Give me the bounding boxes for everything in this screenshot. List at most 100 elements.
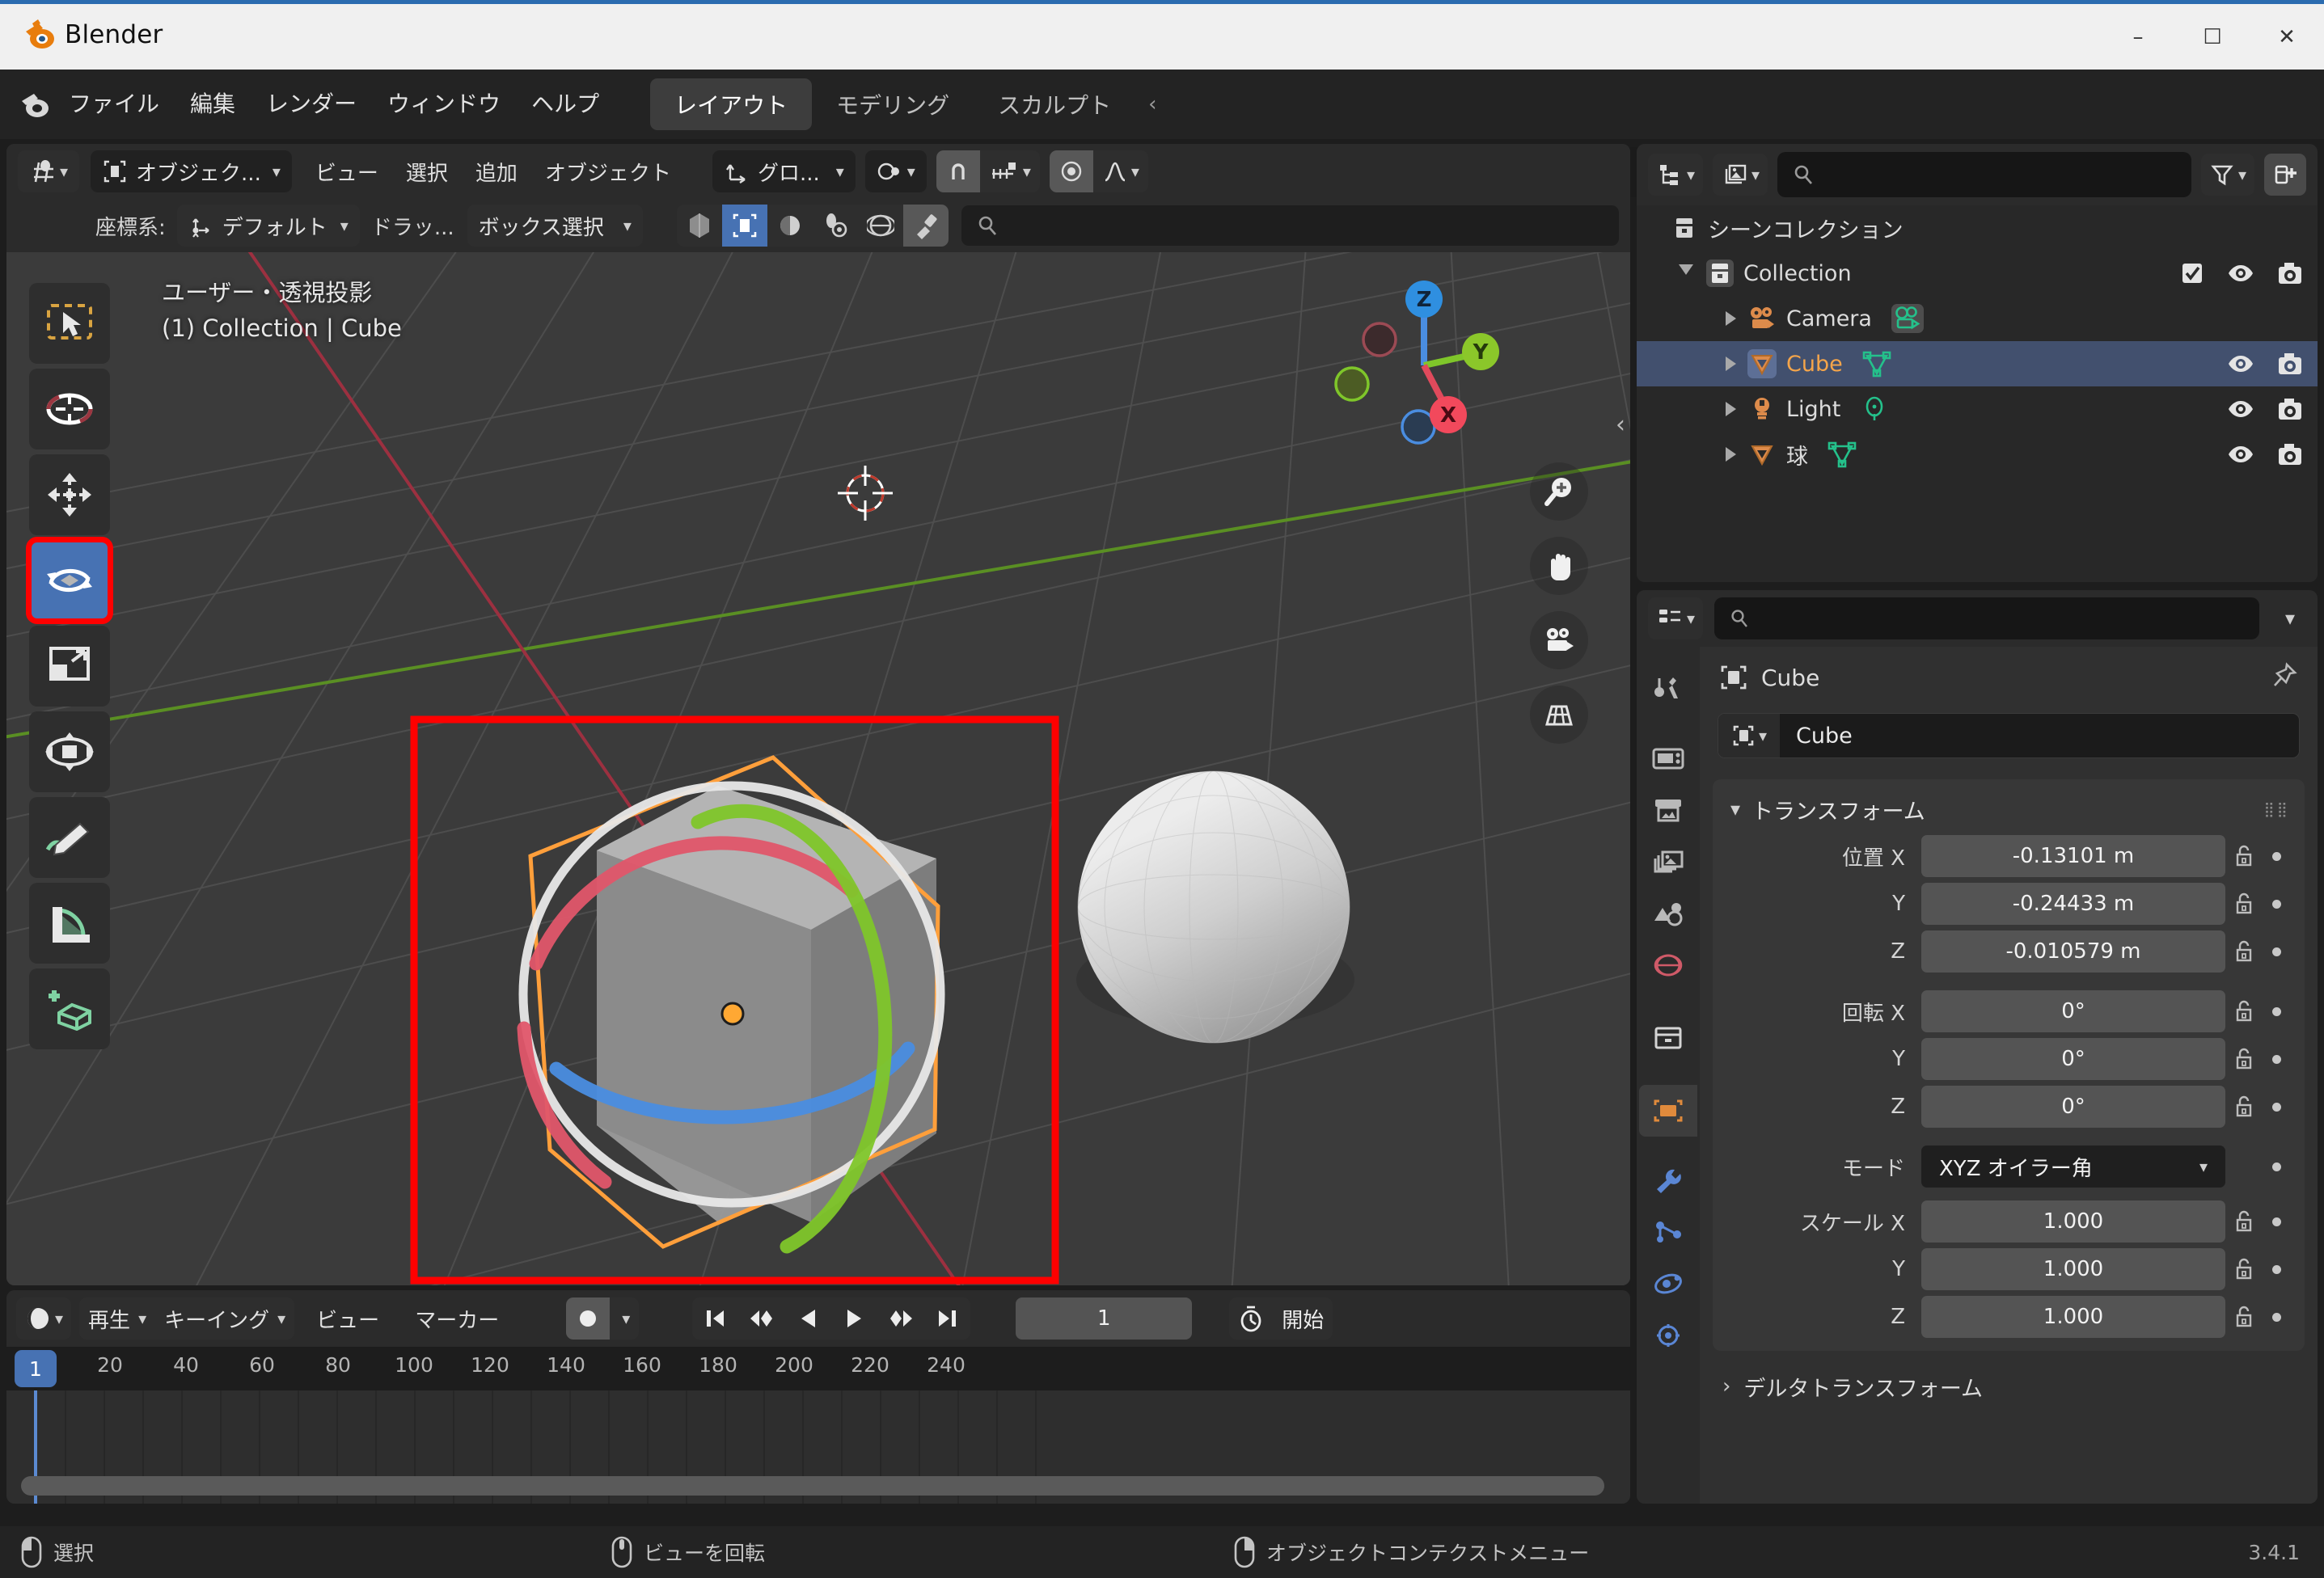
tab-sculpting[interactable]: スカルプト xyxy=(974,78,1135,130)
shading-rendered-icon[interactable] xyxy=(813,205,858,247)
menu-edit[interactable]: 編集 xyxy=(175,70,251,139)
pivot-point-selector[interactable]: ▾ xyxy=(865,150,927,192)
shading-solid-icon[interactable] xyxy=(722,205,767,247)
play-reverse-button[interactable] xyxy=(786,1297,831,1340)
camera-icon[interactable] xyxy=(2277,442,2303,466)
transform-panel-header[interactable]: ▾ トランスフォーム ⣿⣿ xyxy=(1713,787,2305,831)
chevron-right-icon[interactable] xyxy=(1726,357,1736,371)
perspective-toggle-icon[interactable] xyxy=(1530,686,1588,744)
field-value[interactable]: 1.000 xyxy=(1921,1200,2225,1243)
panel-drag-handle-icon[interactable]: ⣿⣿ xyxy=(2264,801,2290,818)
field-value[interactable]: 0° xyxy=(1921,1086,2225,1128)
move-tool[interactable] xyxy=(29,454,110,535)
field-value[interactable]: 1.000 xyxy=(1921,1296,2225,1338)
menu-help[interactable]: ヘルプ xyxy=(516,70,615,139)
camera-icon[interactable] xyxy=(2277,261,2303,285)
menu-file[interactable]: ファイル xyxy=(53,70,175,139)
outliner-row-cube[interactable]: Cube xyxy=(1637,341,2318,386)
animate-property-dot[interactable] xyxy=(2263,852,2290,861)
interaction-mode-selector[interactable]: オブジェク... ▾ xyxy=(91,150,292,192)
delta-transform-panel-header[interactable]: › デルタトランスフォーム xyxy=(1700,1362,2318,1411)
animate-property-dot[interactable] xyxy=(2263,1313,2290,1322)
navigation-gizmo[interactable]: Z Y X xyxy=(1331,267,1517,453)
tab-output[interactable] xyxy=(1639,784,1697,836)
shading-wireframe-icon[interactable] xyxy=(677,205,722,247)
object-browse-icon[interactable]: ▾ xyxy=(1718,713,1780,758)
camera-icon[interactable] xyxy=(2277,397,2303,421)
add-cube-tool[interactable] xyxy=(29,968,110,1049)
light-data-icon[interactable] xyxy=(1860,394,1889,424)
lock-icon[interactable] xyxy=(2225,844,2263,868)
current-frame-field[interactable]: 1 xyxy=(1016,1297,1192,1340)
transform-orientation-selector[interactable]: グロ... ▾ xyxy=(712,150,856,192)
scale-tool[interactable] xyxy=(29,626,110,707)
viewport-menu-add[interactable]: 追加 xyxy=(462,157,531,187)
menu-window[interactable]: ウィンドウ xyxy=(372,70,516,139)
animate-property-dot[interactable] xyxy=(2263,1162,2290,1171)
select-mode-selector[interactable]: ボックス選択 ▾ xyxy=(467,205,643,247)
chevron-right-icon[interactable] xyxy=(1726,402,1736,416)
timeline-ruler[interactable]: 20 40 60 80 100 120 140 160 180 200 220 … xyxy=(6,1347,1630,1390)
field-value[interactable]: -0.010579 m xyxy=(1921,930,2225,973)
properties-editor-type-icon[interactable]: ▾ xyxy=(1648,597,1703,639)
lock-icon[interactable] xyxy=(2225,1305,2263,1329)
timeline-editor[interactable]: ▾ 再生▾ キーイング▾ ビュー マーカー ▾ xyxy=(6,1290,1630,1504)
viewport-shading-popover-icon[interactable] xyxy=(903,205,949,247)
eye-icon[interactable] xyxy=(2227,352,2254,376)
object-name-value[interactable]: Cube xyxy=(1780,724,1853,749)
lock-icon[interactable] xyxy=(2225,892,2263,916)
pivot-default-selector[interactable]: デフォルト ▾ xyxy=(177,205,360,247)
rotation-mode-dropdown[interactable]: XYZ オイラー角 ▾ xyxy=(1921,1146,2225,1188)
tab-modeling[interactable]: モデリング xyxy=(812,78,974,130)
blender-menu-icon[interactable] xyxy=(16,86,53,123)
mesh-data-icon[interactable] xyxy=(1826,440,1858,469)
chevron-right-icon[interactable] xyxy=(1726,447,1736,462)
outliner-filter-icon[interactable]: ▾ xyxy=(2201,154,2254,196)
proportional-edit-icon[interactable] xyxy=(1050,150,1093,192)
tab-constraint[interactable] xyxy=(1639,1310,1697,1361)
timeline-body[interactable] xyxy=(6,1390,1630,1504)
outliner-editor-type-icon[interactable]: ▾ xyxy=(1648,154,1703,196)
jump-to-prev-keyframe-button[interactable] xyxy=(737,1297,786,1340)
zoom-icon[interactable] xyxy=(1530,462,1588,521)
playhead-label[interactable]: 1 xyxy=(15,1350,57,1387)
camera-icon[interactable] xyxy=(2277,352,2303,376)
timeline-menu-marker[interactable]: マーカー xyxy=(401,1304,513,1334)
cursor-tool[interactable] xyxy=(29,369,110,449)
outliner-new-collection-icon[interactable] xyxy=(2264,154,2306,196)
animate-property-dot[interactable] xyxy=(2263,1055,2290,1064)
tab-modifier[interactable] xyxy=(1639,1154,1697,1206)
snap-magnet-icon[interactable] xyxy=(936,150,980,192)
properties-options-icon[interactable]: ▾ xyxy=(2271,607,2306,630)
mesh-data-icon[interactable] xyxy=(1861,349,1893,378)
outliner-display-mode-icon[interactable]: ▾ xyxy=(1713,154,1768,196)
outliner-row-camera[interactable]: Camera xyxy=(1637,296,2318,341)
keying-menu[interactable]: キーイング▾ xyxy=(155,1297,294,1340)
keying-options-icon[interactable]: ▾ xyxy=(610,1297,639,1340)
viewport-menu-select[interactable]: 選択 xyxy=(392,157,462,187)
animate-property-dot[interactable] xyxy=(2263,1007,2290,1016)
start-frame-label[interactable]: 開始 xyxy=(1273,1297,1333,1340)
jump-to-end-button[interactable] xyxy=(925,1297,970,1340)
field-value[interactable]: 0° xyxy=(1921,990,2225,1032)
lock-icon[interactable] xyxy=(2225,1047,2263,1071)
falloff-curve-icon[interactable]: ▾ xyxy=(1093,150,1148,192)
lock-icon[interactable] xyxy=(2225,999,2263,1023)
playback-menu[interactable]: 再生▾ xyxy=(79,1297,155,1340)
tab-physics[interactable] xyxy=(1639,1258,1697,1310)
animate-property-dot[interactable] xyxy=(2263,947,2290,956)
lock-icon[interactable] xyxy=(2225,939,2263,964)
world-overlay-icon[interactable] xyxy=(858,205,903,247)
menu-render[interactable]: レンダー xyxy=(251,70,372,139)
outliner-search-input[interactable] xyxy=(1777,152,2191,197)
field-value[interactable]: 1.000 xyxy=(1921,1248,2225,1290)
workspace-overflow-icon[interactable]: ‹ xyxy=(1135,92,1156,116)
animate-property-dot[interactable] xyxy=(2263,1103,2290,1112)
outliner-row-light[interactable]: Light xyxy=(1637,386,2318,432)
outliner-row-scene-collection[interactable]: シーンコレクション xyxy=(1637,205,2318,251)
field-value[interactable]: -0.13101 m xyxy=(1921,835,2225,877)
viewport-3d[interactable]: ▾ オブジェク... ▾ ビュー 選択 追加 オブジェクト xyxy=(6,144,1630,1285)
timeline-menu-view[interactable]: ビュー xyxy=(302,1304,393,1334)
field-value[interactable]: -0.24433 m xyxy=(1921,883,2225,925)
pan-hand-icon[interactable] xyxy=(1530,537,1588,595)
